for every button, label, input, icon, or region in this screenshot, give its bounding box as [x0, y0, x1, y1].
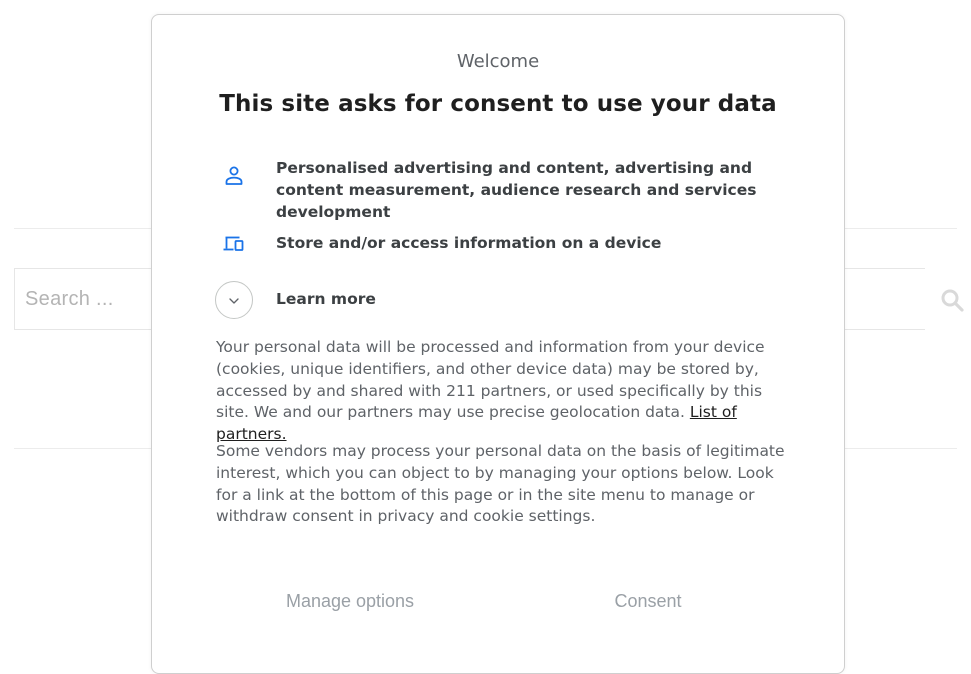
dialog-welcome: Welcome	[456, 51, 540, 72]
search-placeholder: Search ...	[25, 288, 114, 310]
consent-button[interactable]: Consent	[600, 583, 696, 619]
person-icon	[225, 166, 243, 185]
consent-paragraph-2: Some vendors may process your personal d…	[216, 442, 785, 526]
purpose-item-personalised-ads: Personalised advertising and content, ad…	[216, 157, 796, 221]
paragraph-1-text: Your personal data will be processed and…	[216, 338, 765, 422]
purpose-text: Personalised advertising and content, ad…	[276, 159, 757, 221]
dialog-title: This site asks for consent to use your d…	[219, 91, 777, 117]
learn-more-label[interactable]: Learn more	[276, 290, 376, 308]
manage-options-button[interactable]: Manage options	[275, 583, 425, 619]
consent-paragraph-1: Your personal data will be processed and…	[216, 337, 796, 446]
learn-more-toggle[interactable]	[215, 281, 253, 319]
consent-dialog: Welcome This site asks for consent to us…	[151, 14, 845, 674]
devices-icon	[223, 236, 244, 251]
search-icon[interactable]	[940, 288, 964, 312]
purpose-text: Store and/or access information on a dev…	[276, 234, 662, 252]
purpose-item-store-access: Store and/or access information on a dev…	[216, 232, 796, 258]
chevron-down-icon	[229, 298, 239, 304]
